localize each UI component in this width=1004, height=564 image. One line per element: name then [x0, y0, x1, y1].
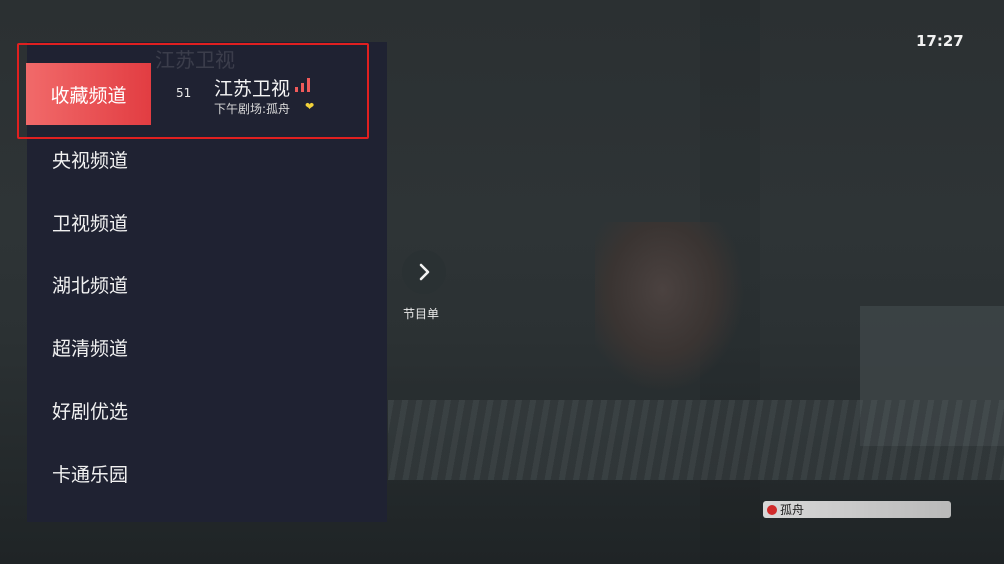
category-hubei[interactable]: 湖北频道: [52, 271, 128, 298]
scene-roof: [388, 400, 1004, 480]
category-cartoon[interactable]: 卡通乐园: [52, 460, 128, 487]
epg-button[interactable]: [402, 250, 446, 294]
category-cctv[interactable]: 央视频道: [52, 146, 128, 173]
now-playing-bar: 孤舟: [763, 501, 951, 518]
category-hd[interactable]: 超清频道: [52, 334, 128, 361]
channel-program: 下午剧场:孤舟: [214, 102, 291, 116]
channel-name: 江苏卫视: [214, 78, 291, 100]
chevron-right-icon: [419, 263, 430, 281]
category-drama[interactable]: 好剧优选: [52, 397, 128, 424]
now-playing-title: 孤舟: [780, 503, 805, 517]
record-dot-icon: [767, 504, 777, 515]
signal-bars-icon: [295, 78, 313, 92]
epg-label: 节目单: [403, 307, 440, 321]
scene-figures: [595, 222, 745, 392]
channel-number: 51: [176, 86, 192, 100]
category-satellite[interactable]: 卫视频道: [52, 209, 128, 236]
clock: 17:27: [916, 32, 964, 50]
heart-icon: ❤: [305, 100, 315, 113]
focus-highlight: [17, 43, 369, 139]
